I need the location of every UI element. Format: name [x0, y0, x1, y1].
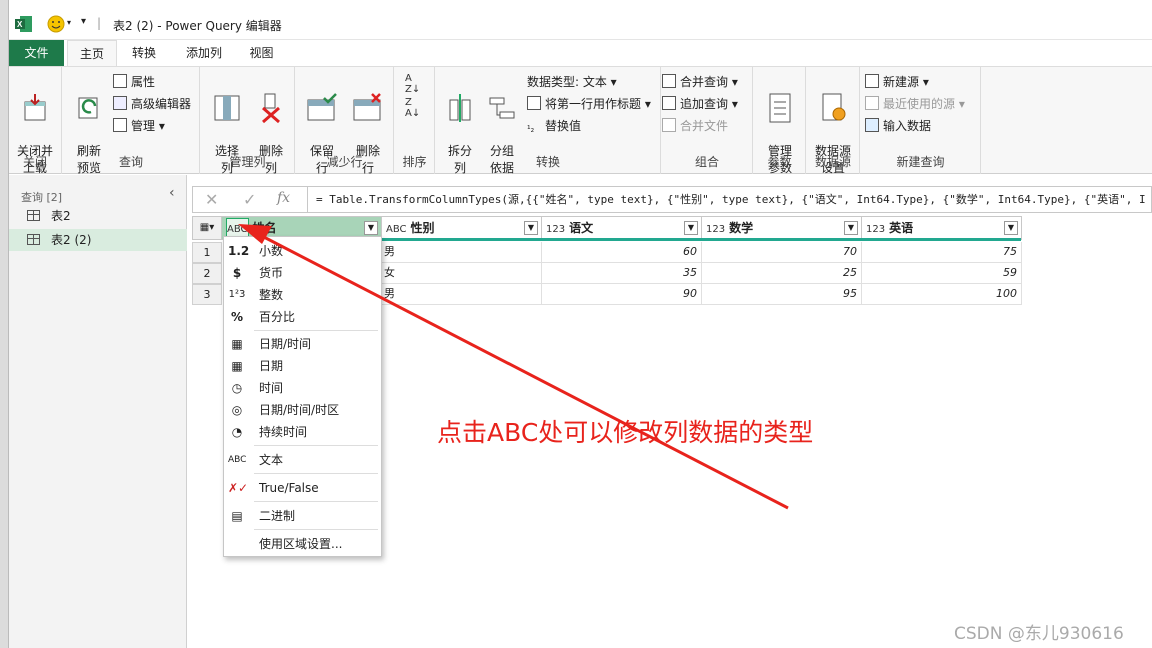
watermark: CSDN @东儿930616	[954, 624, 1124, 644]
power-query-window: X ▾ ▾ | 表2 (2) - Power Query 编辑器 文件 主页 转…	[0, 0, 1152, 648]
annotation-text: 点击ABC处可以修改列数据的类型	[437, 418, 814, 447]
annotation-arrow	[238, 224, 789, 510]
